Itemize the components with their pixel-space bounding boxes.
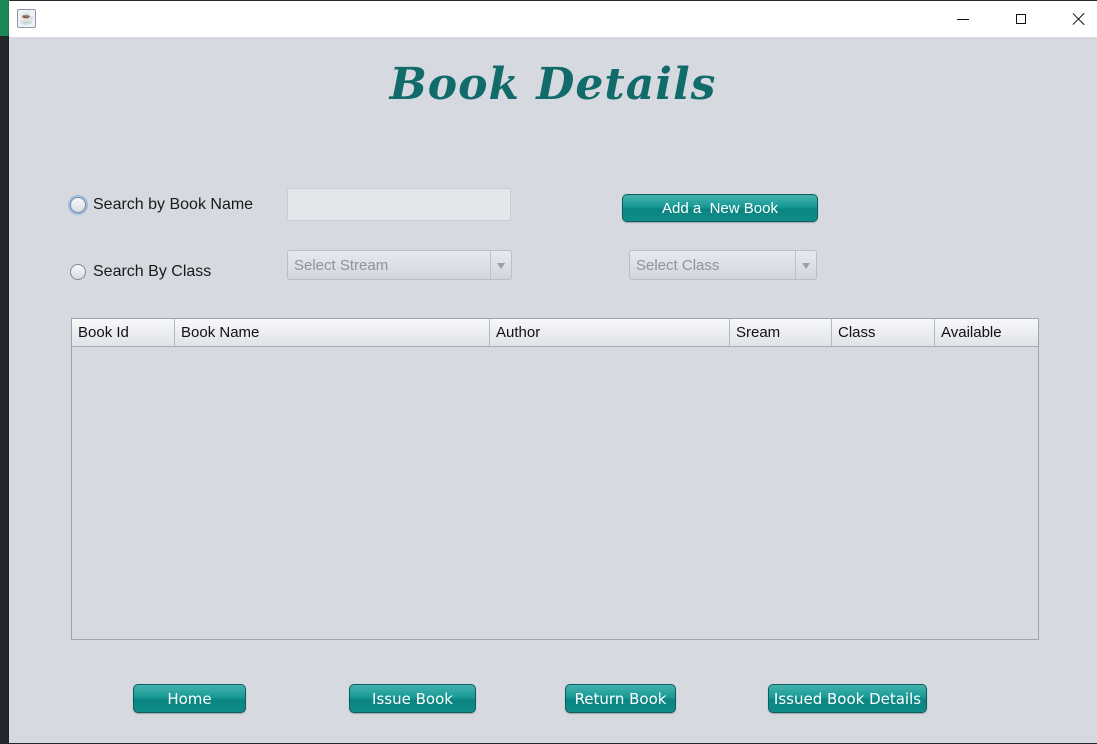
search-by-name-option[interactable]: Search by Book Name xyxy=(70,196,253,214)
search-by-class-radio[interactable] xyxy=(70,264,86,280)
chevron-down-icon xyxy=(497,263,505,269)
book-details-window: ☕ Book Details Search by Book Name Add a… xyxy=(9,1,1097,743)
minimize-icon xyxy=(957,18,969,20)
issue-book-button[interactable]: Issue Book xyxy=(349,684,476,713)
chevron-down-icon xyxy=(802,263,810,269)
search-by-name-label: Search by Book Name xyxy=(93,196,254,213)
select-stream-value: Select Stream xyxy=(294,257,389,274)
search-by-name-radio[interactable] xyxy=(70,197,86,213)
home-button[interactable]: Home xyxy=(133,684,246,713)
column-header-book-id[interactable]: Book Id xyxy=(72,319,175,346)
table-header: Book Id Book Name Author Sream Class Ava… xyxy=(72,319,1038,347)
java-app-icon[interactable]: ☕ xyxy=(17,9,36,28)
title-bar[interactable]: ☕ xyxy=(9,1,1097,37)
page-title: Book Details xyxy=(389,59,717,110)
maximize-icon xyxy=(1016,14,1026,24)
select-stream-dropdown[interactable]: Select Stream xyxy=(287,250,512,280)
close-button[interactable] xyxy=(1056,1,1097,37)
issued-book-details-button[interactable]: Issued Book Details xyxy=(768,684,927,713)
select-class-arrow-button[interactable] xyxy=(795,251,816,279)
column-header-author[interactable]: Author xyxy=(490,319,730,346)
select-class-value: Select Class xyxy=(636,257,720,274)
book-name-search-input[interactable] xyxy=(287,188,511,221)
column-header-available[interactable]: Available xyxy=(935,319,1038,346)
maximize-button[interactable] xyxy=(998,1,1044,37)
book-table[interactable]: Book Id Book Name Author Sream Class Ava… xyxy=(71,318,1039,640)
add-new-book-button[interactable]: Add a New Book xyxy=(622,194,818,222)
column-header-stream[interactable]: Sream xyxy=(730,319,832,346)
search-by-class-option[interactable]: Search By Class xyxy=(70,263,211,281)
minimize-button[interactable] xyxy=(940,1,986,37)
column-header-class[interactable]: Class xyxy=(832,319,935,346)
select-class-dropdown[interactable]: Select Class xyxy=(629,250,817,280)
column-header-book-name[interactable]: Book Name xyxy=(175,319,490,346)
search-by-class-label: Search By Class xyxy=(93,263,212,280)
return-book-button[interactable]: Return Book xyxy=(565,684,676,713)
close-icon xyxy=(1072,12,1086,26)
select-stream-arrow-button[interactable] xyxy=(490,251,511,279)
